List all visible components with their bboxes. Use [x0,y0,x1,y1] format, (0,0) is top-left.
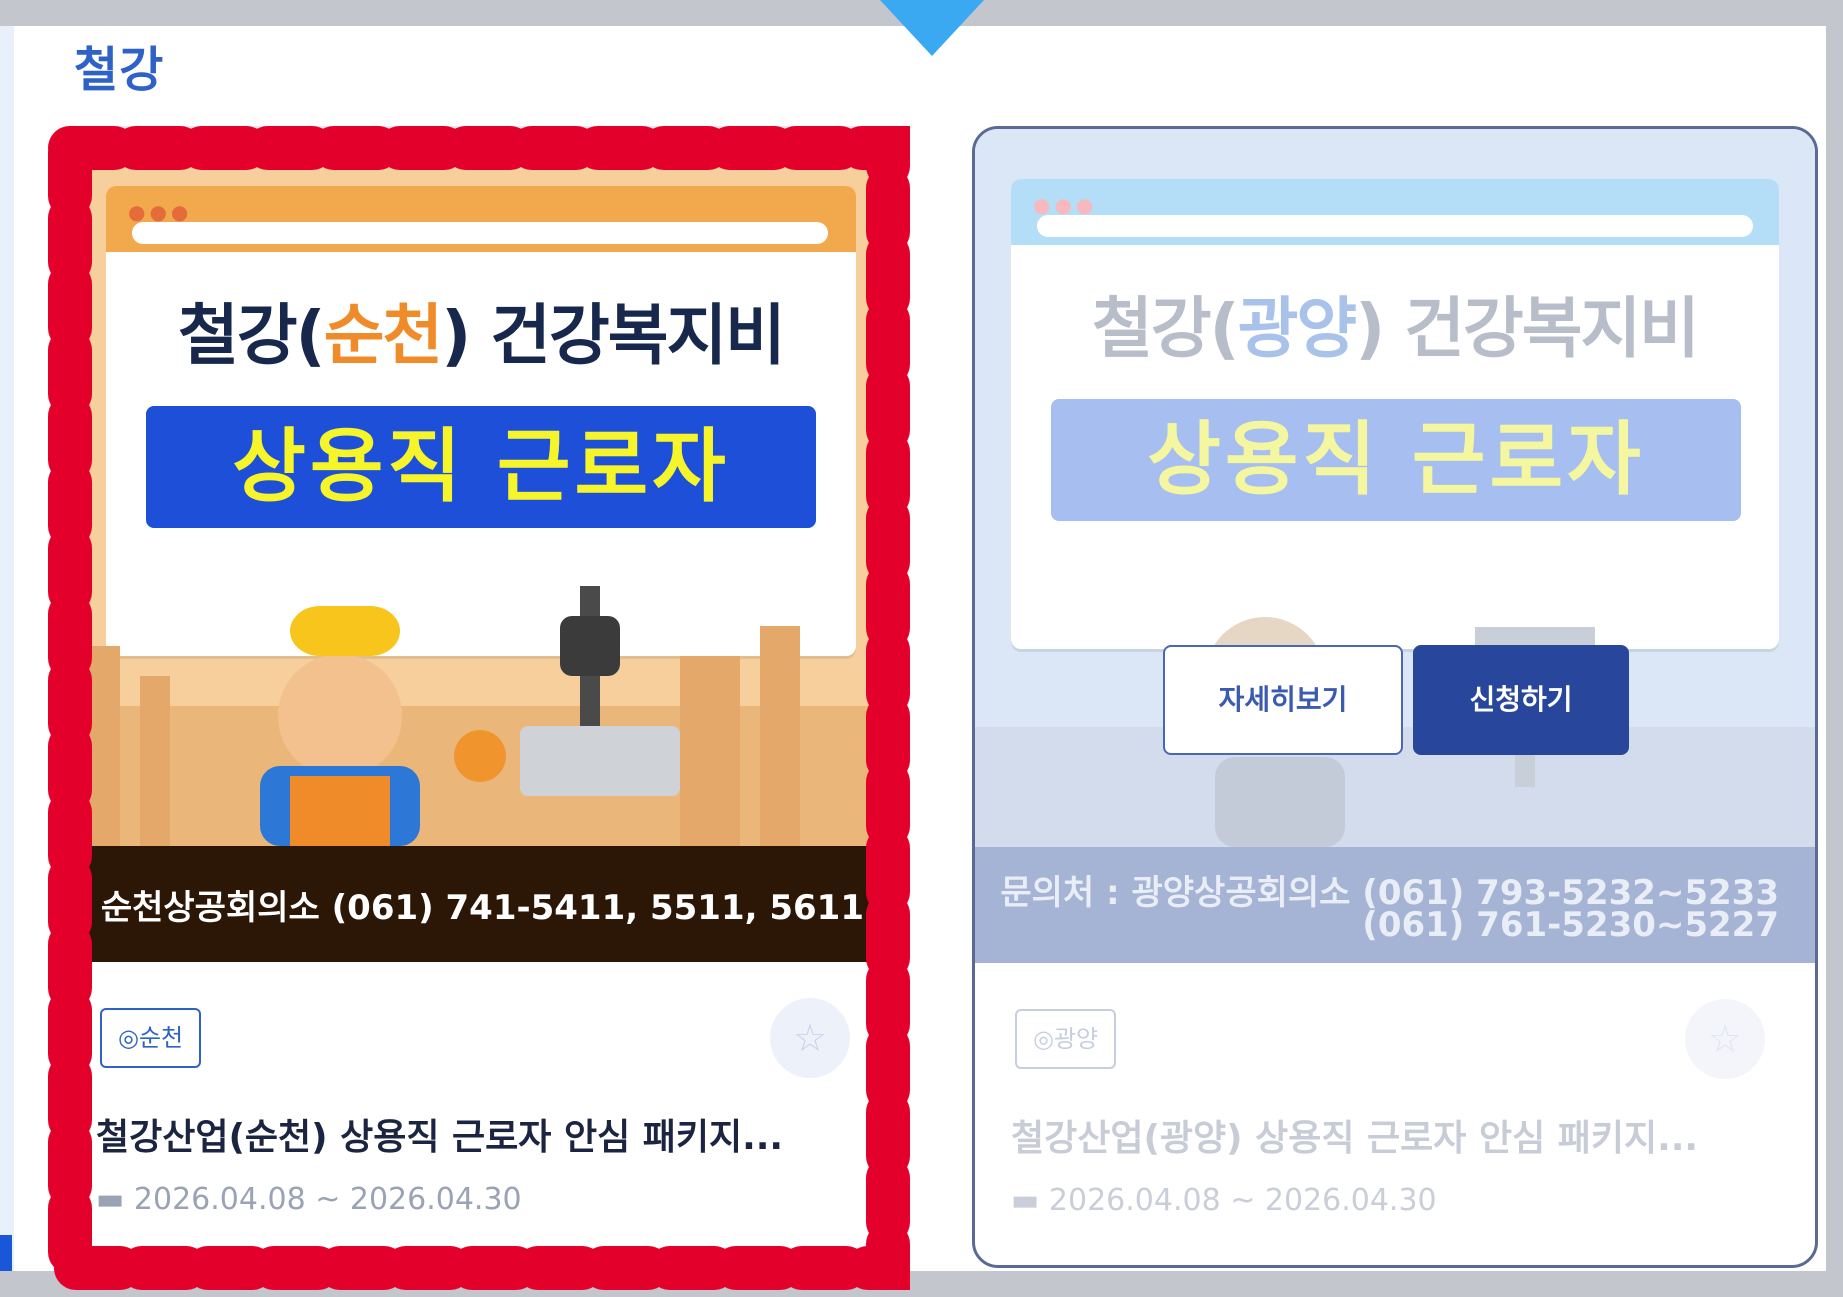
contact-text: 문의처 : 순천상공회의소 (061) 741-5411, 5511, 5611 [58,888,864,928]
apply-button[interactable]: 신청하기 [1413,645,1629,755]
window-dots-icon: ●●● [1033,193,1098,217]
contact-text-secondary: (061) 761-5230~5227 [1362,905,1779,945]
card-title[interactable]: 철강산업(순천) 상용직 근로자 안심 패키지... [96,1108,783,1160]
program-card-gwangyang[interactable]: ●●● 철강(광양) 건강복지비 상용직 근로자 자세히보기 신청하기 문의처 … [972,126,1818,1268]
banner-subtitle: 상용직 근로자 [1051,399,1741,521]
program-card-suncheon[interactable]: ●●● 철강(순천) 건강복지비 상용직 근로자 문의처 : 순천상공회의소 (… [58,126,902,1266]
banner-subtitle: 상용직 근로자 [146,406,816,528]
hover-actions: 자세히보기 신청하기 [1163,645,1629,755]
card-title[interactable]: 철강산업(광양) 상용직 근로자 안심 패키지... [1011,1109,1698,1161]
contact-bar: 문의처 : 광양상공회의소 (061) 793-5232~5233 (061) … [975,847,1815,963]
left-edge-strip [0,26,14,1271]
contact-bar: 문의처 : 순천상공회의소 (061) 741-5411, 5511, 5611 [60,846,900,962]
edge-indicator [0,1235,12,1271]
section-title: 철강 [74,42,165,98]
pointer-caret-icon [880,0,984,56]
view-details-button[interactable]: 자세히보기 [1163,645,1403,755]
card-date: ▬ 2026.04.08 ~ 2026.04.30 [1011,1183,1437,1218]
calendar-icon: ▬ [1011,1183,1049,1218]
calendar-icon: ▬ [96,1182,134,1217]
worker-illustration [60,586,900,846]
location-tag: ◎순천 [100,1008,202,1068]
card-banner[interactable]: ●●● 철강(순천) 건강복지비 상용직 근로자 [60,128,900,846]
card-date: ▬ 2026.04.08 ~ 2026.04.30 [96,1182,522,1217]
window-dots-icon: ●●● [128,200,193,224]
star-icon[interactable]: ☆ [770,998,850,1078]
card-banner[interactable]: ●●● 철강(광양) 건강복지비 상용직 근로자 자세히보기 신청하기 [975,129,1815,847]
location-tag: ◎광양 [1015,1009,1117,1069]
banner-title: 철강(순천) 건강복지비 [178,297,786,374]
star-icon[interactable]: ☆ [1685,999,1765,1079]
banner-title: 철강(광양) 건강복지비 [1092,290,1700,367]
banner-window-graphic: ●●● 철강(광양) 건강복지비 상용직 근로자 [1011,179,1779,649]
